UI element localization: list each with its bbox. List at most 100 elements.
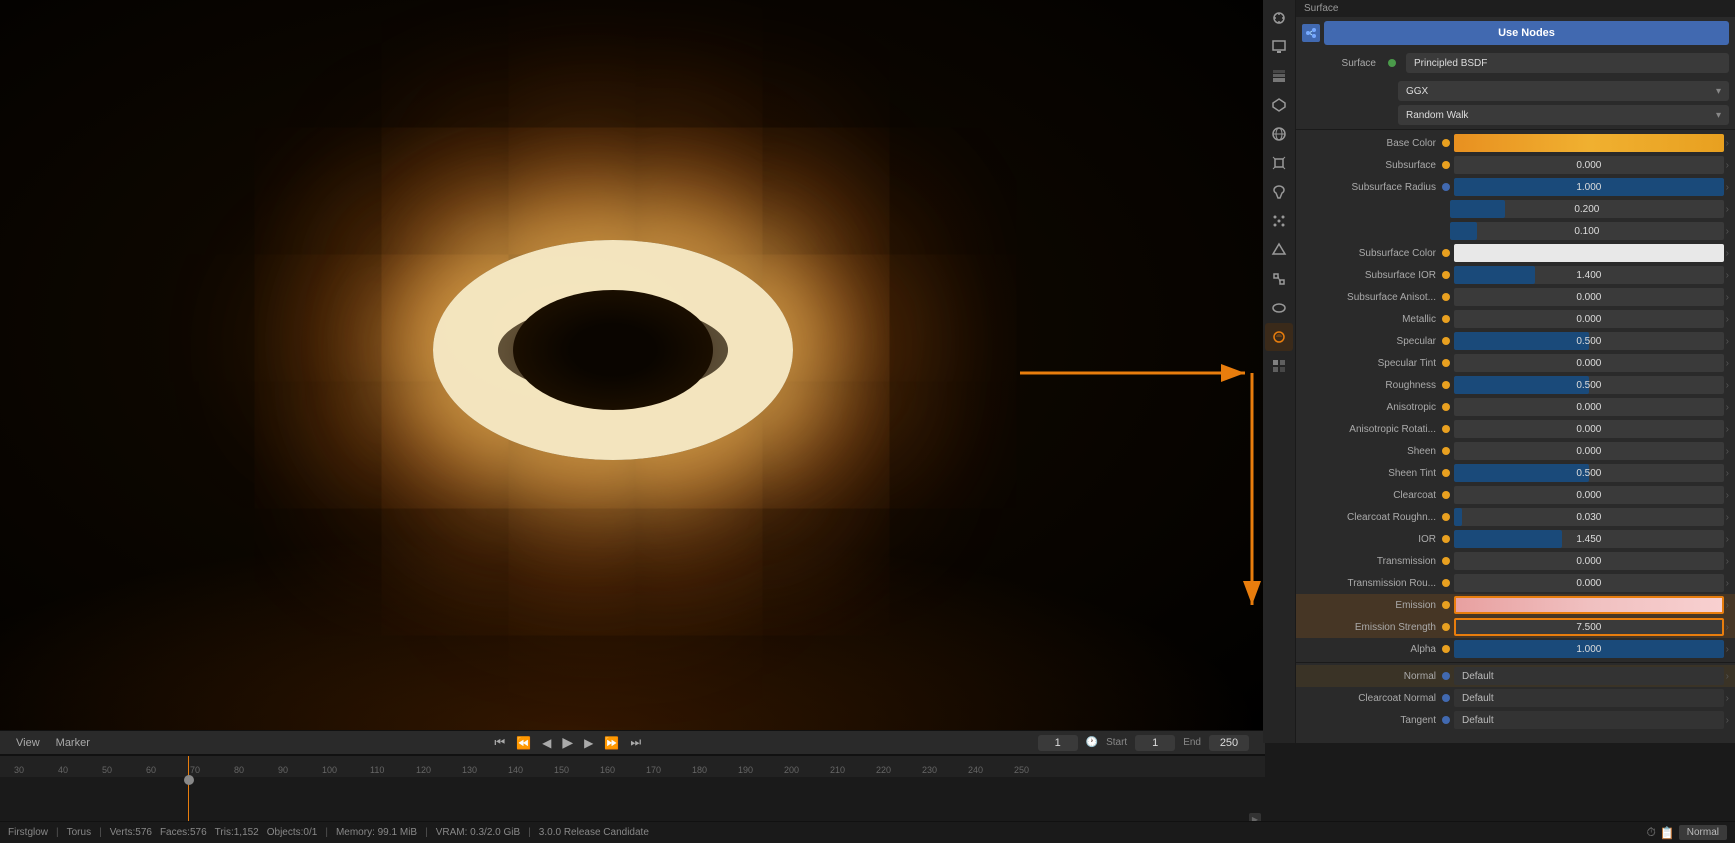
sheen-value[interactable]: 0.000: [1454, 442, 1724, 460]
normal-value[interactable]: Default: [1454, 667, 1724, 685]
shading-icon[interactable]: [1265, 352, 1293, 380]
use-nodes-button[interactable]: Use Nodes: [1324, 21, 1729, 45]
anisotropic-value[interactable]: 0.000: [1454, 398, 1724, 416]
play-btn[interactable]: ▶: [558, 732, 577, 753]
clearcoat-value[interactable]: 0.000: [1454, 486, 1724, 504]
jump-to-end-btn[interactable]: ⏭: [626, 733, 645, 752]
emission-strength-arrow[interactable]: ›: [1726, 622, 1729, 633]
alpha-arrow[interactable]: ›: [1726, 644, 1729, 655]
ior-arrow[interactable]: ›: [1726, 534, 1729, 545]
emission-strength-value[interactable]: 7.500: [1454, 618, 1724, 636]
start-frame-input[interactable]: 1: [1135, 735, 1175, 751]
tangent-value[interactable]: Default: [1454, 711, 1724, 729]
clearcoat-roughness-value[interactable]: 0.030: [1454, 508, 1724, 526]
subsurface-anisot-row: Subsurface Anisot... 0.000 ›: [1296, 286, 1735, 308]
jump-to-start-btn[interactable]: ⏮: [490, 733, 509, 752]
next-keyframe-btn[interactable]: ⏩: [600, 734, 623, 752]
ggx-dropdown[interactable]: GGX ▾: [1398, 81, 1729, 101]
specular-tint-arrow[interactable]: ›: [1726, 358, 1729, 369]
subsurface-anisot-value[interactable]: 0.000: [1454, 288, 1724, 306]
scene-icon[interactable]: [1265, 91, 1293, 119]
specular-tint-value[interactable]: 0.000: [1454, 354, 1724, 372]
sheen-tint-value[interactable]: 0.500: [1454, 464, 1724, 482]
anisotropic-rotation-arrow[interactable]: ›: [1726, 424, 1729, 435]
subsurface-radius-value-1[interactable]: 1.000: [1454, 178, 1724, 196]
sheen-tint-arrow[interactable]: ›: [1726, 468, 1729, 479]
anisotropic-rotation-value[interactable]: 0.000: [1454, 420, 1724, 438]
clearcoat-normal-value[interactable]: Default: [1454, 689, 1724, 707]
subsurface-anisot-arrow[interactable]: ›: [1726, 292, 1729, 303]
step-back-btn[interactable]: ◀: [538, 734, 555, 752]
surface-dot: [1388, 59, 1396, 67]
subsurface-radius-arrow-3[interactable]: ›: [1726, 226, 1729, 237]
base-color-swatch[interactable]: [1454, 134, 1724, 152]
faces-count: Faces:576: [160, 827, 207, 838]
clearcoat-arrow[interactable]: ›: [1726, 490, 1729, 501]
subsurface-ior-value[interactable]: 1.400: [1454, 266, 1724, 284]
metallic-value[interactable]: 0.000: [1454, 310, 1724, 328]
alpha-row: Alpha 1.000 ›: [1296, 638, 1735, 660]
particles-icon[interactable]: [1265, 207, 1293, 235]
subsurface-color-swatch[interactable]: [1454, 244, 1724, 262]
view-layer-icon[interactable]: [1265, 62, 1293, 90]
constraints-icon[interactable]: [1265, 265, 1293, 293]
render-icon[interactable]: [1265, 4, 1293, 32]
subsurface-color-dot: [1442, 249, 1450, 257]
emission-color-swatch[interactable]: [1454, 596, 1724, 614]
roughness-arrow[interactable]: ›: [1726, 380, 1729, 391]
specular-tint-label: Specular Tint: [1302, 358, 1442, 369]
prev-keyframe-btn[interactable]: ⏪: [512, 734, 535, 752]
current-frame-indicator[interactable]: 1: [1038, 735, 1078, 751]
transmission-roughness-arrow[interactable]: ›: [1726, 578, 1729, 589]
subsurface-radius-value-2[interactable]: 0.200: [1450, 200, 1724, 218]
modifier-icon[interactable]: [1265, 178, 1293, 206]
tangent-row: Tangent Default ›: [1296, 709, 1735, 731]
transmission-value[interactable]: 0.000: [1454, 552, 1724, 570]
subsurface-arrow[interactable]: ›: [1726, 160, 1729, 171]
random-walk-dropdown[interactable]: Random Walk ▾: [1398, 105, 1729, 125]
subsurface-radius-arrow[interactable]: ›: [1726, 182, 1729, 193]
specular-value[interactable]: 0.500: [1454, 332, 1724, 350]
timeline-marker-menu[interactable]: Marker: [56, 737, 90, 749]
anisotropic-arrow[interactable]: ›: [1726, 402, 1729, 413]
clearcoat-roughness-arrow[interactable]: ›: [1726, 512, 1729, 523]
alpha-value[interactable]: 1.000: [1454, 640, 1724, 658]
transmission-roughness-value[interactable]: 0.000: [1454, 574, 1724, 592]
ior-value[interactable]: 1.450: [1454, 530, 1724, 548]
material-icon[interactable]: [1265, 323, 1293, 351]
subsurface-color-arrow[interactable]: ›: [1726, 248, 1729, 259]
base-color-arrow[interactable]: ›: [1726, 138, 1729, 149]
random-walk-row: Random Walk ▾: [1296, 103, 1735, 127]
sheen-arrow[interactable]: ›: [1726, 446, 1729, 457]
property-fields: Base Color › Subsurface 0.000 › Subsurfa…: [1296, 132, 1735, 731]
world-icon[interactable]: [1265, 120, 1293, 148]
metallic-arrow[interactable]: ›: [1726, 314, 1729, 325]
end-frame-input[interactable]: 250: [1209, 735, 1249, 751]
object-data-icon[interactable]: [1265, 294, 1293, 322]
specular-arrow[interactable]: ›: [1726, 336, 1729, 347]
normal-arrow[interactable]: ›: [1726, 671, 1729, 682]
transmission-arrow[interactable]: ›: [1726, 556, 1729, 567]
tangent-arrow[interactable]: ›: [1726, 715, 1729, 726]
timeline-view-menu[interactable]: View: [16, 737, 40, 749]
timeline-track[interactable]: ▶: [0, 777, 1265, 827]
step-forward-btn[interactable]: ▶: [580, 734, 597, 752]
clearcoat-label: Clearcoat: [1302, 490, 1442, 501]
emission-arrow[interactable]: ›: [1726, 600, 1729, 611]
transmission-dot: [1442, 557, 1450, 565]
timeline-controls: ⏮ ⏪ ◀ ▶ ▶ ⏩ ⏭: [490, 732, 645, 753]
transmission-roughness-label: Transmission Rou...: [1302, 578, 1442, 589]
subsurface-radius-arrow-2[interactable]: ›: [1726, 204, 1729, 215]
object-icon[interactable]: [1265, 149, 1293, 177]
clearcoat-normal-arrow[interactable]: ›: [1726, 693, 1729, 704]
roughness-value[interactable]: 0.500: [1454, 376, 1724, 394]
subsurface-value[interactable]: 0.000: [1454, 156, 1724, 174]
physics-icon[interactable]: [1265, 236, 1293, 264]
output-icon[interactable]: [1265, 33, 1293, 61]
ior-row: IOR 1.450 ›: [1296, 528, 1735, 550]
subsurface-ior-arrow[interactable]: ›: [1726, 270, 1729, 281]
principled-bsdf-dropdown[interactable]: Principled BSDF: [1406, 53, 1729, 73]
subsurface-anisot-label: Subsurface Anisot...: [1302, 292, 1442, 303]
subsurface-radius-value-3[interactable]: 0.100: [1450, 222, 1724, 240]
scrubber-head[interactable]: [184, 775, 194, 785]
